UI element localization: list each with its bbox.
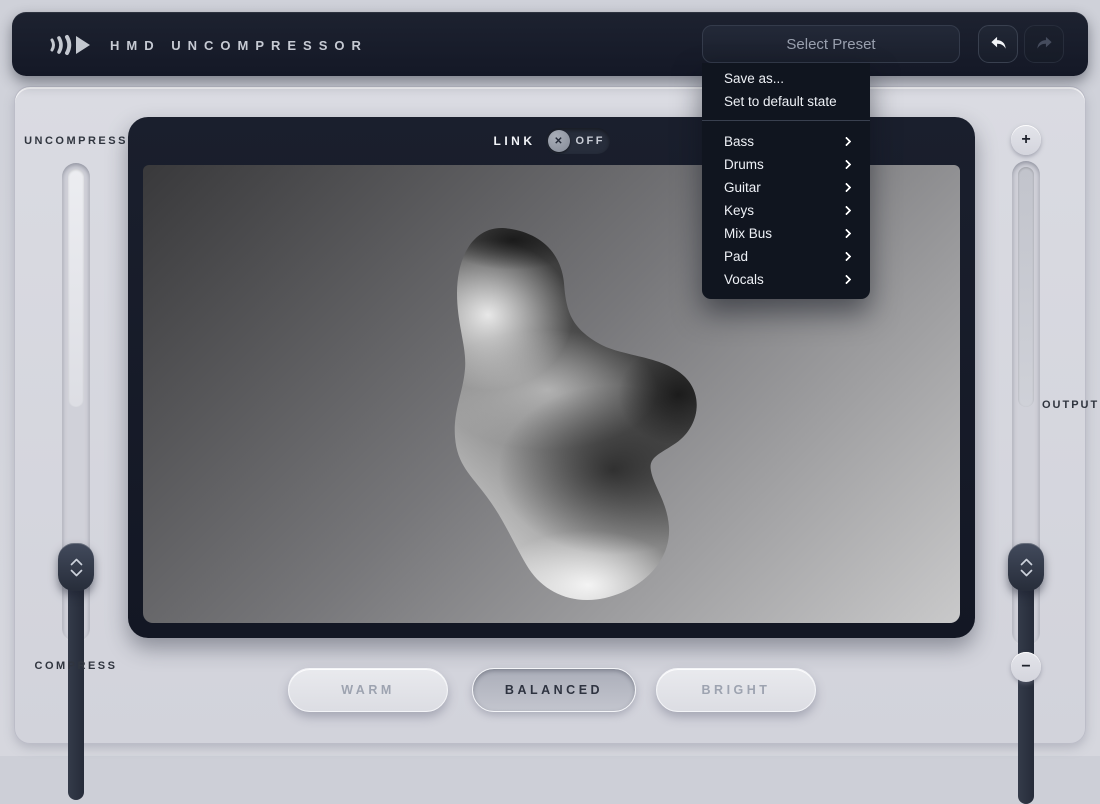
chevron-right-icon — [842, 206, 852, 216]
tone-button-balanced[interactable]: BALANCED — [472, 668, 636, 712]
uncompress-slider-thumb[interactable] — [58, 543, 94, 591]
output-track-fill — [1018, 567, 1034, 804]
redo-arrow-icon — [1035, 35, 1054, 53]
preset-menu-save-as[interactable]: Save as... — [702, 67, 870, 90]
select-preset-button[interactable]: Select Preset — [702, 25, 960, 63]
undo-button[interactable] — [978, 25, 1018, 63]
chevron-up-icon — [70, 558, 83, 566]
brand-logo-icon — [48, 32, 94, 58]
preset-menu-item-drums[interactable]: Drums — [702, 153, 870, 176]
output-label: OUTPUT — [1042, 399, 1099, 411]
chevron-right-icon — [842, 160, 852, 170]
undo-arrow-icon — [989, 35, 1008, 53]
preset-menu-item-pad[interactable]: Pad — [702, 245, 870, 268]
chevron-right-icon — [842, 137, 852, 147]
link-state-value: OFF — [576, 135, 606, 147]
chevron-up-icon — [1020, 558, 1033, 566]
header-bar: HMD UNCOMPRESSOR Select Preset — [12, 12, 1088, 76]
plugin-window: HMD UNCOMPRESSOR Select Preset UNCOMPRES… — [0, 0, 1100, 756]
link-label: LINK — [494, 134, 536, 148]
chevron-down-icon — [1020, 569, 1033, 577]
chevron-down-icon — [70, 569, 83, 577]
preset-menu-item-mix-bus[interactable]: Mix Bus — [702, 222, 870, 245]
preset-menu-item-vocals[interactable]: Vocals — [702, 268, 870, 291]
app-title: HMD UNCOMPRESSOR — [110, 38, 368, 53]
uncompress-slider-track[interactable] — [62, 163, 90, 643]
chevron-right-icon — [842, 229, 852, 239]
uncompress-track-fill — [68, 567, 84, 800]
output-slider-track[interactable] — [1012, 161, 1040, 647]
output-decrease-button[interactable]: − — [1011, 652, 1041, 682]
compress-label: COMPRESS — [6, 660, 146, 672]
uncompress-track-upper — [68, 169, 84, 407]
tone-button-warm[interactable]: WARM — [288, 668, 448, 712]
link-toggle[interactable]: ✕ OFF — [546, 128, 610, 154]
menu-separator — [702, 120, 870, 121]
chevron-right-icon — [842, 183, 852, 193]
link-toggle-knob-icon: ✕ — [548, 130, 570, 152]
chevron-right-icon — [842, 275, 852, 285]
preset-menu-item-bass[interactable]: Bass — [702, 130, 870, 153]
preset-dropdown-menu: Save as... Set to default state Bass Dru… — [702, 63, 870, 299]
tone-button-bright[interactable]: BRIGHT — [656, 668, 816, 712]
preset-menu-item-keys[interactable]: Keys — [702, 199, 870, 222]
chevron-right-icon — [842, 252, 852, 262]
output-increase-button[interactable]: + — [1011, 125, 1041, 155]
preset-menu-set-default[interactable]: Set to default state — [702, 90, 870, 113]
output-slider-thumb[interactable] — [1008, 543, 1044, 591]
uncompress-label: UNCOMPRESS — [6, 135, 146, 147]
redo-button[interactable] — [1024, 25, 1064, 63]
output-track-upper — [1018, 167, 1034, 407]
preset-menu-item-guitar[interactable]: Guitar — [702, 176, 870, 199]
